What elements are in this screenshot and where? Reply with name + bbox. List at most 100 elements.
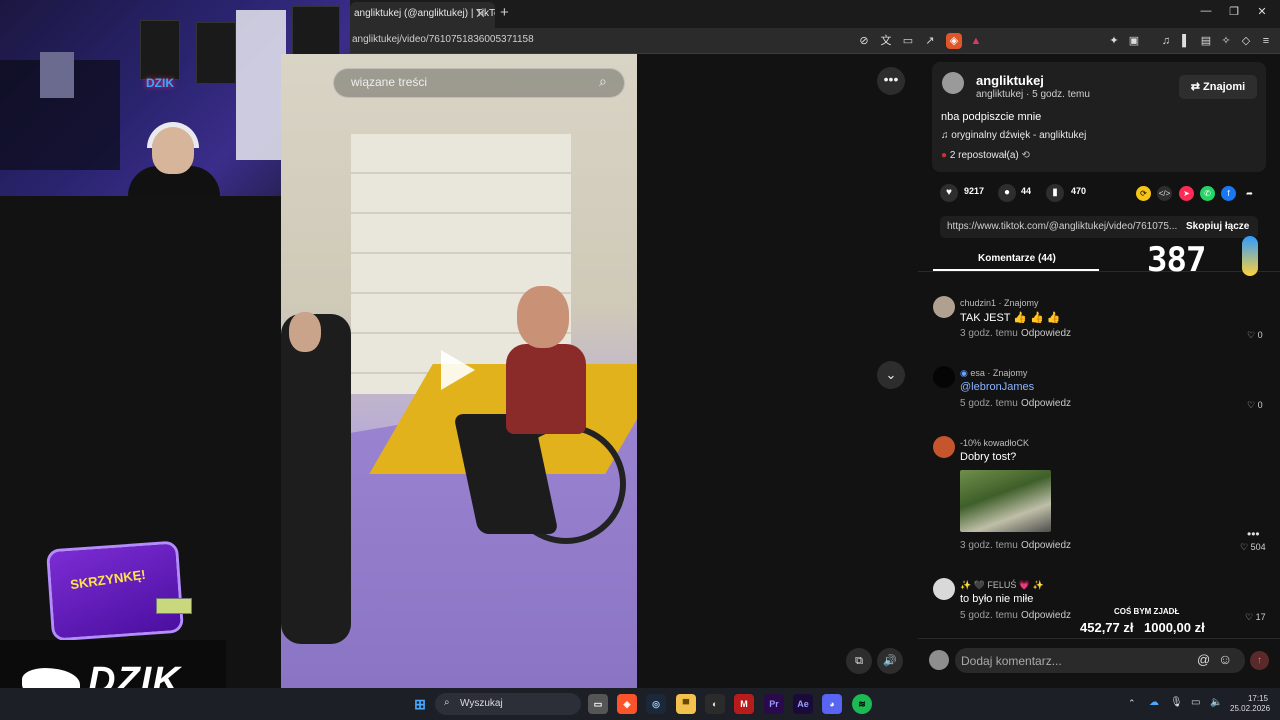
comment-more-icon[interactable]: ••• [1247,527,1260,541]
comment-avatar[interactable] [933,366,955,388]
file-explorer-icon[interactable]: ▀ [676,694,696,714]
premiere-icon[interactable]: Pr [764,694,784,714]
discord-icon[interactable]: ◕ [822,694,842,714]
comment-user[interactable]: chudzin1 · Znajomy [960,298,1039,308]
app-red-icon[interactable]: M [734,694,754,714]
clock-date: 25.02.2026 [1230,704,1271,713]
comment-image[interactable] [960,470,1051,532]
brave-shield-icon[interactable]: ◈ [946,33,962,49]
whatsapp-icon[interactable]: ✆ [1200,186,1215,201]
share-icon[interactable]: ↗ [922,33,938,49]
author-avatar[interactable] [942,72,964,94]
share-arrow-icon[interactable]: ➦ [1242,186,1257,201]
comment-like-count: 17 [1255,612,1266,622]
vpn-icon[interactable]: ◇ [1238,33,1254,49]
comment-like[interactable]: ♡ 504 [1240,542,1266,553]
cast-icon[interactable]: ▭ [900,33,916,49]
leo-ai-icon[interactable]: ✧ [1218,33,1234,49]
translate-icon[interactable]: 文 [878,33,894,49]
display-icon[interactable]: ▭ [1191,697,1200,708]
sidebar-icon[interactable]: ▌ [1178,33,1194,49]
task-view-icon[interactable]: ▭ [588,694,608,714]
related-search-text[interactable]: wiązane treści [351,75,427,89]
tab-comments[interactable]: Komentarze (44) [978,253,1056,264]
friends-button[interactable]: ⇄ Znajomi [1179,75,1257,99]
after-effects-icon[interactable]: Ae [793,694,813,714]
embed-icon[interactable]: </> [1157,186,1172,201]
person-left-head [289,312,321,352]
mini-player-icon[interactable]: ⧉ [846,648,872,674]
comment-user[interactable]: ◉ esa · Znajomy [960,368,1027,379]
comment-like[interactable]: ♡ 17 [1245,612,1266,623]
more-options-icon[interactable]: ••• [877,67,905,95]
rewards-icon[interactable]: ▲ [968,33,984,49]
obs-icon[interactable]: ◐ [705,694,725,714]
send-to-friend-icon[interactable]: ➤ [1179,186,1194,201]
taskbar [0,688,1280,720]
comment-avatar[interactable] [933,578,955,600]
search-icon: ⌕ [444,697,450,708]
user-avatar[interactable] [929,650,949,670]
copy-link-button[interactable]: Skopiuj łącze [1186,221,1249,232]
reply-button[interactable]: Odpowiedz [1021,610,1071,621]
comment-mention[interactable]: @lebronJames [960,381,1034,393]
music-icon[interactable]: ♫ [1158,33,1174,49]
window-close-icon[interactable]: ✕ [1252,5,1272,18]
save-count: 470 [1071,186,1087,196]
repost-row[interactable]: ● 2 repostował(a) ⟲ [941,150,1030,161]
emoji-icon[interactable]: ☺ [1218,651,1232,667]
play-icon[interactable] [441,350,475,390]
minimize-icon[interactable]: — [1196,5,1216,17]
menu-icon[interactable]: ≡ [1258,33,1274,49]
comment-icon[interactable]: ● [998,184,1016,202]
heart-icon: ♡ [1240,542,1251,552]
reply-button[interactable]: Odpowiedz [1021,398,1071,409]
comment-user[interactable]: -10% kowadłoCK [960,438,1029,448]
comment-like[interactable]: ♡ 0 [1247,330,1263,341]
clock[interactable]: 17:15 25.02.2026 [1230,694,1271,714]
bookmark-icon[interactable]: ▮ [1046,184,1064,202]
comment-avatar[interactable] [933,296,955,318]
facebook-icon[interactable]: f [1221,186,1236,201]
send-icon[interactable]: ↑ [1250,651,1269,670]
video-player[interactable]: wiązane treści ⌕ [281,54,637,688]
screenshot-icon[interactable]: ▣ [1126,33,1142,49]
speaker-icon[interactable]: 🔈 [1210,697,1222,708]
coin-share-icon[interactable]: ⟳ [1136,186,1151,201]
close-tab-icon[interactable]: ✕ [475,6,486,22]
url-text[interactable]: angliktukej/video/7610751836005371158 [352,34,534,45]
browser-tab[interactable]: angliktukej (@angliktukej) | TikTo [350,2,495,28]
reply-button[interactable]: Odpowiedz [1021,540,1071,551]
maximize-icon[interactable]: ❐ [1224,5,1244,18]
post-link[interactable]: https://www.tiktok.com/@angliktukej/vide… [947,221,1177,232]
windows-start-icon[interactable]: ⊞ [410,694,430,714]
like-icon[interactable]: ♥ [940,184,958,202]
brave-icon[interactable]: ◈ [617,694,637,714]
person-head [517,286,569,348]
volume-icon[interactable]: 🔊 [877,648,903,674]
extensions-icon[interactable]: ✦ [1106,33,1122,49]
cloud-icon[interactable]: ☁ [1149,697,1159,708]
tray-chevron-icon[interactable]: ⌃ [1128,698,1136,709]
microphone-icon[interactable]: 🎙 [1170,697,1183,708]
comment-like[interactable]: ♡ 0 [1247,400,1263,411]
comment-user[interactable]: ✨ 🖤 FELUŚ 💗 ✨ [960,580,1044,591]
author-name[interactable]: angliktukej [976,73,1044,88]
wallet-icon[interactable]: ▤ [1198,33,1214,49]
taskbar-search[interactable] [435,693,581,715]
chevron-down-icon[interactable]: ⌄ [877,361,905,389]
steam-icon[interactable]: ◎ [646,694,666,714]
reply-button[interactable]: Odpowiedz [1021,328,1071,339]
mention-icon[interactable]: @ [1197,652,1210,667]
search-icon[interactable]: ⌕ [599,73,607,90]
no-camera-icon[interactable]: ⊘ [856,33,872,49]
cam-logo: DZIK [146,76,174,90]
music-row[interactable]: ♫ oryginalny dźwięk - angliktukej [941,130,1086,141]
new-tab-icon[interactable]: + [500,4,509,21]
stream-counter: 387 [1147,240,1206,280]
comment-like-count: 0 [1257,330,1263,340]
comment-avatar[interactable] [933,436,955,458]
comment-count: 44 [1021,186,1032,196]
spotify-icon[interactable]: ≋ [852,694,872,714]
taskbar-search-label[interactable]: Wyszukaj [460,698,503,709]
